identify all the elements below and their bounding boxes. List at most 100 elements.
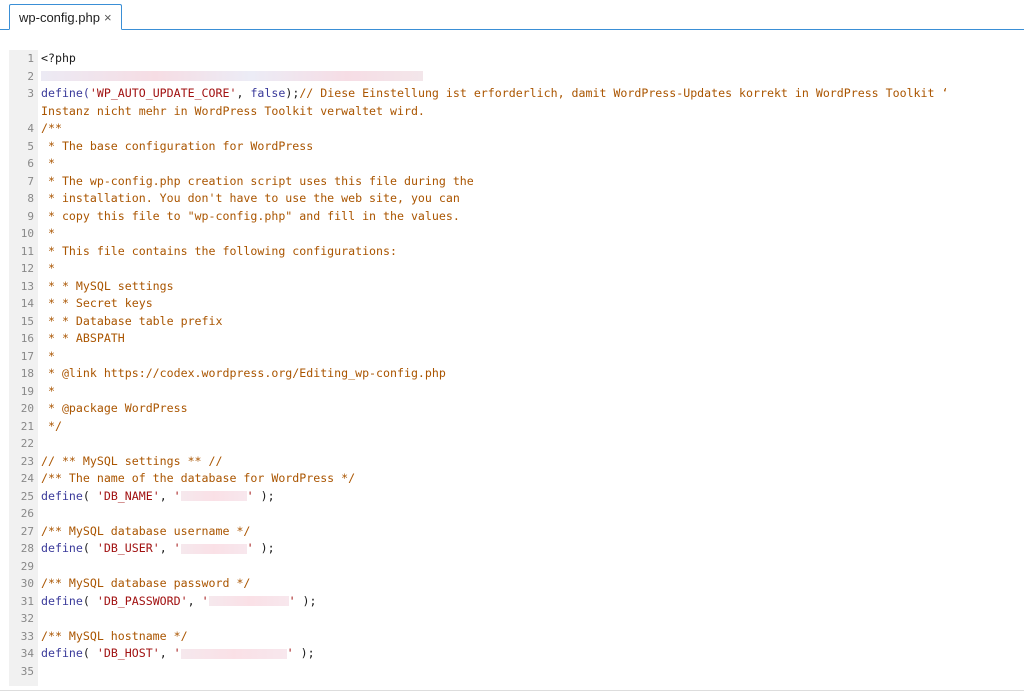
line-number: 7 [27,174,34,188]
code-line: 12 * [9,260,1024,278]
redacted-value [208,596,289,606]
code-line: 11 * This file contains the following co… [9,243,1024,261]
line-number: 26 [20,507,34,520]
code-line: 19 * [9,383,1024,401]
code-token: Instanz nicht mehr in WordPress Toolkit … [41,103,425,118]
line-number: 25 [20,489,34,503]
code-text: * [41,260,55,278]
code-line: Instanz nicht mehr in WordPress Toolkit … [9,103,1024,121]
code-text: define( 'DB_HOST', ' ' ); [41,645,315,663]
code-line: 20 * @package WordPress [9,400,1024,418]
code-token: * The base configuration for WordPress [41,138,314,153]
code-line: 33 /** MySQL hostname */ [9,628,1024,646]
code-text: define('WP_AUTO_UPDATE_CORE', false);// … [41,85,948,103]
code-text: * This file contains the following confi… [41,243,397,261]
line-number: 16 [20,332,34,345]
code-token: ' [246,541,254,555]
code-token: , [159,646,174,660]
code-text: /** MySQL database username */ [41,523,250,541]
code-text: * * Database table prefix [41,313,223,331]
code-token: , [159,488,174,503]
code-line: 1 <?php [9,50,1024,68]
code-token: ' [201,593,209,608]
code-token: /** [41,121,62,135]
code-token: ); [253,488,275,503]
code-line: 26 [9,505,1024,523]
code-text: * copy this file to "wp-config.php" and … [41,208,460,226]
code-token: 'DB_PASSWORD' [96,593,188,608]
code-token: define( [41,86,90,100]
line-number: 8 [27,192,34,205]
line-number: 29 [20,559,34,573]
code-token: 'WP_AUTO_UPDATE_CORE' [89,86,237,100]
code-line: 27 /** MySQL database username */ [9,523,1024,541]
line-number: 17 [20,349,34,363]
code-line: 35 [9,663,1024,681]
code-token: ( [82,541,97,555]
tab-wp-config[interactable]: wp-config.php × [9,4,122,30]
code-line: 22 [9,435,1024,453]
code-token: ); [285,86,300,100]
code-text: <?php [41,50,76,68]
line-number: 31 [20,594,34,608]
code-line: 10 * [9,225,1024,243]
line-number: 33 [20,629,34,643]
code-token: /** MySQL hostname */ [41,628,188,643]
code-line: 30 /** MySQL database password */ [9,575,1024,593]
redacted-value [180,491,247,501]
code-text [41,68,423,86]
code-text: Instanz nicht mehr in WordPress Toolkit … [41,103,425,121]
line-number: 34 [20,647,34,660]
code-token: define [41,593,83,608]
code-token: , [236,86,251,100]
code-token: ( [82,488,97,503]
line-number: 20 [20,402,34,415]
code-token: // ** MySQL settings ** // [41,453,223,468]
redacted-value [180,543,247,554]
code-line: 29 [9,558,1024,576]
code-text: * @link https://codex.wordpress.org/Edit… [41,365,446,383]
code-line: 13 * * MySQL settings [9,278,1024,296]
line-number: 21 [20,419,34,433]
code-line: 4 /** [9,120,1024,138]
divider [0,690,1024,691]
code-text: * @package WordPress [41,400,188,418]
code-line: 32 [9,610,1024,628]
code-text: /** [41,120,62,138]
code-text: * [41,155,55,173]
code-token: ); [295,593,317,608]
code-token: * This file contains the following confi… [41,243,397,258]
code-token: 'DB_USER' [96,541,160,555]
code-text: * The wp-config.php creation script uses… [41,173,474,191]
code-text: * * ABSPATH [41,330,125,348]
code-token: * @package WordPress [41,401,188,415]
code-token: * [41,348,55,363]
close-icon[interactable]: × [104,11,112,24]
redacted-block [41,71,423,81]
code-token: * copy this file to "wp-config.php" and … [41,208,460,223]
code-token: /** MySQL database password */ [41,576,251,590]
code-token: ' [173,488,181,503]
code-token: ); [253,541,275,555]
code-token: */ [41,418,62,433]
code-token: /** MySQL database username */ [41,523,251,538]
code-token: , [187,593,202,608]
code-area[interactable]: 1 <?php 2 3 define('WP_AUTO_UPDATE_CORE', fa… [9,50,1024,680]
code-line: 31 define( 'DB_PASSWORD', ' ' ); [9,593,1024,611]
line-number: 23 [20,454,34,468]
code-line: 2 [9,68,1024,86]
code-line: 15 * * Database table prefix [9,313,1024,331]
code-text: * [41,383,55,401]
code-line: 23 // ** MySQL settings ** // [9,453,1024,471]
code-text: * installation. You don't have to use th… [41,190,460,208]
code-line: 21 */ [9,418,1024,436]
line-number: 12 [20,262,34,275]
code-token: * [41,156,55,170]
line-number: 32 [20,612,34,625]
tab-title: wp-config.php [19,9,100,25]
code-token: , [159,541,174,555]
line-number: 9 [27,209,34,223]
code-editor[interactable]: 1 <?php 2 3 define('WP_AUTO_UPDATE_CORE', fa… [9,50,1024,686]
code-token: ' [288,593,296,608]
code-token: ' [246,488,254,503]
